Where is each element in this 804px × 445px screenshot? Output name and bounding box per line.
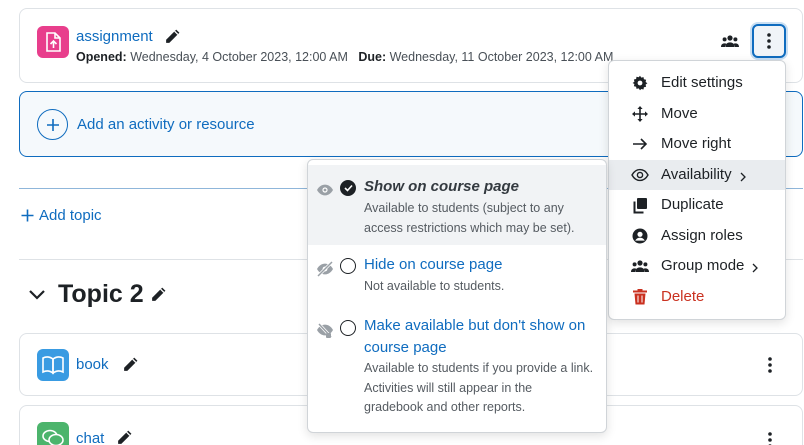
topic-2-header: Topic 2 [28,280,167,309]
eye-icon [631,166,649,184]
menu-item-assign-roles[interactable]: Assign roles [609,221,785,251]
eye-icon [316,183,334,201]
assignment-icon [37,26,69,58]
opened-label: Opened: [76,50,127,64]
chevron-right-icon [752,260,758,277]
menu-item-delete[interactable]: Delete [609,282,785,312]
chevron-down-icon[interactable] [28,289,46,301]
edit-title-pencil-icon[interactable] [150,286,167,303]
assignment-link[interactable]: assignment [76,28,153,45]
book-kebab-icon[interactable] [768,357,772,377]
due-label: Due: [358,50,387,64]
edit-title-pencil-icon[interactable] [164,28,181,49]
availability-option-hide[interactable]: Hide on course page Not available to stu… [308,250,606,302]
menu-item-availability[interactable]: Availability [609,160,785,190]
menu-item-label: Duplicate [661,196,724,213]
availability-option-show[interactable]: Show on course page Available to student… [308,165,606,245]
users-icon [631,257,649,275]
availability-option-stealth[interactable]: Make available but don't show on course … [308,312,606,422]
menu-item-label: Delete [661,288,705,305]
eye-slash-hand-icon [316,322,334,341]
copy-icon [631,196,649,214]
edit-title-pencil-icon[interactable] [116,429,133,445]
menu-item-label: Move [661,105,698,122]
topic-2-title: Topic 2 [58,280,144,308]
radio-icon [340,258,356,274]
option-title: Show on course page [364,178,520,195]
option-description: Available to students if you provide a l… [364,361,594,414]
due-value: Wednesday, 11 October 2023, 12:00 AM [389,50,614,64]
group-mode-users-icon[interactable] [721,33,739,53]
chevron-right-icon [740,169,746,186]
option-description: Available to students (subject to any ac… [364,201,575,235]
add-activity-label: Add an activity or resource [77,116,255,133]
menu-item-move-right[interactable]: Move right [609,129,785,159]
gear-icon [631,74,649,92]
chat-link[interactable]: chat [76,430,104,445]
menu-item-move[interactable]: Move [609,99,785,129]
assignment-dates: Opened: Wednesday, 4 October 2023, 12:00… [76,50,613,64]
menu-item-group-mode[interactable]: Group mode [609,251,785,281]
chat-kebab-icon[interactable] [768,432,772,445]
menu-item-label: Edit settings [661,74,743,91]
chat-icon [37,422,69,445]
menu-item-label: Assign roles [661,227,743,244]
move-arrows-icon [631,105,649,123]
book-icon [37,349,69,381]
radio-icon [340,320,356,336]
menu-item-label: Move right [661,135,732,152]
plus-icon [21,209,34,222]
user-circle-icon [631,227,649,245]
option-description: Not available to students. [364,279,505,293]
arrow-right-icon [631,135,649,153]
eye-slash-icon [316,260,334,279]
trash-icon [631,288,649,306]
opened-value: Wednesday, 4 October 2023, 12:00 AM [130,50,348,64]
add-topic-link[interactable]: Add topic [21,207,102,224]
menu-item-label: Availability [661,166,732,183]
option-title: Make available but don't show on course … [364,317,586,356]
edit-title-pencil-icon[interactable] [122,356,139,377]
book-link[interactable]: book [76,356,109,373]
menu-item-duplicate[interactable]: Duplicate [609,190,785,220]
plus-circle-icon [37,109,68,140]
menu-item-edit-settings[interactable]: Edit settings [609,68,785,98]
assignment-actions-kebab-button[interactable] [752,24,786,58]
menu-item-label: Group mode [661,257,745,274]
option-title: Hide on course page [364,256,503,273]
checked-radio-icon [340,180,356,196]
add-topic-label: Add topic [39,207,102,224]
availability-submenu: Show on course page Available to student… [307,159,607,433]
activity-action-menu: Edit settings Move Move right Availabili… [608,60,786,320]
